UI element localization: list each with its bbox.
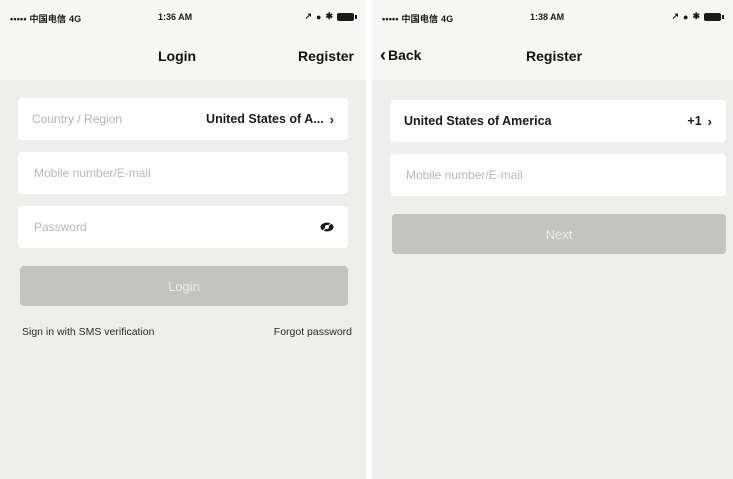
mobile-email-input[interactable] [32, 165, 334, 181]
bluetooth-icon: ✱ [692, 11, 700, 21]
status-bar: ••••• 中国电信 4G 1:38 AM ↗ ● ✱ [372, 0, 733, 34]
mobile-email-input[interactable] [404, 167, 712, 183]
login-button[interactable]: Login [20, 266, 348, 306]
battery-icon [704, 12, 724, 21]
carrier-label: ••••• 中国电信 4G [10, 14, 82, 24]
status-time: 1:36 AM [158, 12, 193, 22]
forgot-password-link[interactable]: Forgot password [274, 326, 352, 338]
nav-bar: Login Register [0, 38, 366, 74]
page-title: Register [526, 48, 583, 64]
password-field-container [18, 206, 348, 248]
nav-bar: ‹ Back Register [372, 38, 733, 74]
login-form: Country / Region United States of A... ›… [0, 80, 366, 479]
country-region-selector[interactable]: United States of America +1 › [390, 100, 726, 142]
status-icons: ↗ ● ✱ [304, 11, 357, 22]
chevron-right-icon: › [329, 111, 334, 127]
lock-icon: ● [683, 11, 689, 22]
register-link[interactable]: Register [298, 48, 354, 64]
bluetooth-icon: ✱ [325, 11, 333, 21]
register-screen: ••••• 中国电信 4G 1:38 AM ↗ ● ✱ ‹ Back Regis… [372, 0, 733, 479]
page-title: Login [158, 48, 197, 64]
account-field-container [18, 152, 348, 194]
eye-icon[interactable] [320, 222, 334, 232]
country-region-value: United States of America [404, 114, 552, 128]
back-label: Back [388, 47, 422, 63]
register-form: United States of America +1 › Next [372, 80, 733, 479]
status-bar: ••••• 中国电信 4G 1:36 AM ↗ ● ✱ [0, 0, 366, 34]
lock-icon: ● [316, 11, 322, 22]
back-button[interactable]: ‹ Back [380, 45, 422, 65]
battery-icon [337, 12, 357, 21]
next-button[interactable]: Next [392, 214, 726, 254]
location-icon: ↗ [671, 11, 680, 21]
sms-signin-link[interactable]: Sign in with SMS verification [22, 326, 154, 338]
country-region-selector[interactable]: Country / Region United States of A... › [18, 98, 348, 140]
password-input[interactable] [32, 219, 296, 235]
account-field-container [390, 154, 726, 196]
country-region-label: Country / Region [32, 112, 123, 126]
country-region-value: United States of A... [206, 112, 324, 126]
chevron-right-icon: › [707, 113, 712, 129]
chevron-left-icon: ‹ [380, 45, 386, 65]
country-code: +1 [687, 114, 702, 128]
login-screen: ••••• 中国电信 4G 1:36 AM ↗ ● ✱ Login Regist… [0, 0, 366, 479]
carrier-label: ••••• 中国电信 4G [382, 14, 454, 24]
status-time: 1:38 AM [530, 12, 565, 22]
status-icons: ↗ ● ✱ [671, 11, 724, 22]
location-icon: ↗ [304, 11, 313, 21]
